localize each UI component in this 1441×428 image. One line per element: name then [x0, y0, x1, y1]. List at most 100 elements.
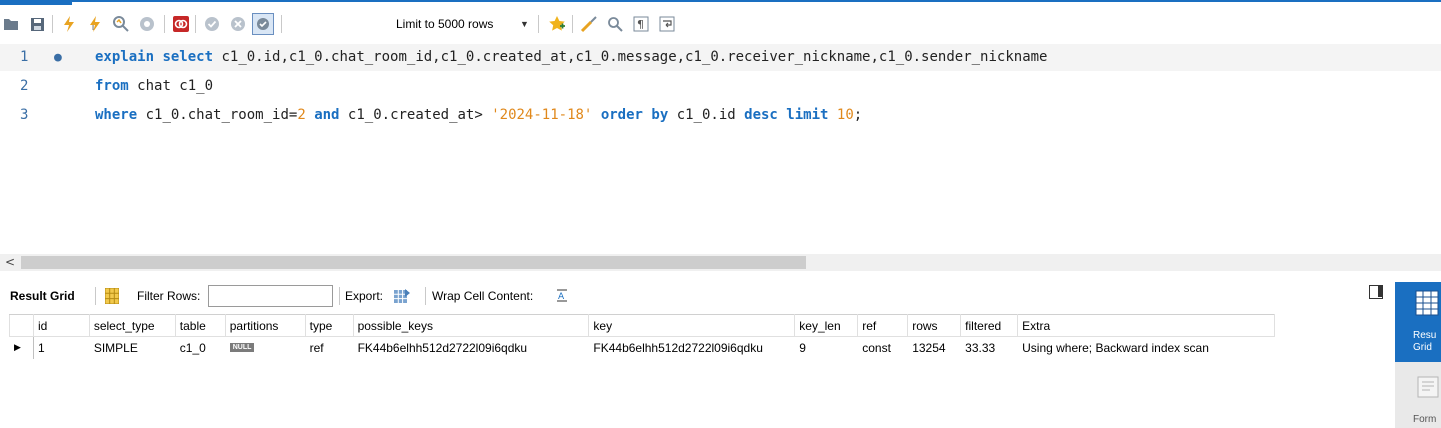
export-label: Export: [345, 289, 384, 303]
column-header[interactable]: select_type [88, 314, 176, 337]
editor-line[interactable]: 1 ● explain select c1_0.id,c1_0.chat_roo… [0, 44, 1441, 71]
chevron-down-icon: ▼ [520, 19, 529, 29]
limit-rows-select[interactable]: Limit to 5000 rows ▼ [396, 14, 531, 34]
result-table: id select_type table partitions type pos… [9, 314, 1275, 359]
result-grid-panel-label: Grid [1413, 342, 1432, 353]
code-text[interactable]: where c1_0.chat_room_id=2 and c1_0.creat… [95, 102, 862, 129]
column-header[interactable]: partitions [224, 314, 306, 337]
result-grid[interactable]: id select_type table partitions type pos… [9, 314, 1275, 428]
wrap-cell-icon[interactable]: A [556, 289, 568, 305]
code-text[interactable]: from chat c1_0 [95, 73, 213, 100]
filter-rows-label: Filter Rows: [137, 289, 201, 303]
limit-rows-label: Limit to 5000 rows [396, 17, 494, 31]
code-text[interactable]: explain select c1_0.id,c1_0.chat_room_id… [95, 44, 1047, 71]
form-editor-label[interactable]: Form [1413, 414, 1436, 425]
editor-horizontal-scrollbar[interactable]: < [0, 254, 1441, 271]
top-accent-line [0, 0, 1441, 2]
find-icon[interactable] [604, 13, 626, 35]
line-number: 1 [20, 49, 29, 65]
grid-toggle-icon[interactable] [104, 287, 120, 307]
editor-line[interactable]: 3 where c1_0.chat_room_id=2 and c1_0.cre… [0, 102, 1441, 129]
keyword: select [162, 49, 214, 65]
scrollbar-thumb[interactable] [21, 256, 806, 269]
null-badge: NULL [229, 342, 255, 352]
rollback-icon[interactable] [227, 13, 249, 35]
column-header[interactable]: table [174, 314, 226, 337]
column-header[interactable]: id [32, 314, 90, 337]
top-accent-strip [0, 0, 1441, 5]
row-header-corner [9, 314, 34, 337]
toolbar-separator [95, 287, 96, 305]
keyword: where [95, 107, 138, 123]
result-grid-panel-button[interactable]: Resu Grid [1395, 282, 1441, 362]
toolbar-separator [572, 15, 573, 33]
toggle-continue-on-error-icon[interactable] [170, 13, 192, 35]
add-snippet-icon[interactable] [546, 13, 568, 35]
toolbar-separator [425, 287, 426, 305]
table-cell[interactable]: FK44b6elhh512d2722l09i6qdku [588, 336, 795, 359]
string-literal: '2024-11-18' [491, 107, 593, 123]
table-cell[interactable]: FK44b6elhh512d2722l09i6qdku [352, 336, 589, 359]
table-row[interactable]: ▶ 1 SIMPLE c1_0 NULL ref FK44b6elhh512d2… [9, 336, 1275, 359]
column-header[interactable]: ref [857, 314, 909, 337]
scroll-left-icon[interactable]: < [5, 255, 15, 269]
table-cell[interactable]: 1 [32, 336, 90, 359]
execute-icon[interactable] [58, 13, 80, 35]
row-pointer-icon: ▶ [9, 336, 34, 359]
toolbar-separator [195, 15, 196, 33]
editor-line[interactable]: 2 from chat c1_0 [0, 73, 1441, 100]
table-cell[interactable]: c1_0 [174, 336, 226, 359]
table-cell[interactable]: 13254 [907, 336, 961, 359]
column-header[interactable]: rows [907, 314, 962, 337]
code-token: chat c1_0 [137, 78, 214, 94]
column-header[interactable]: type [304, 314, 354, 337]
keyword: and [314, 107, 340, 123]
keyword: limit [786, 107, 829, 123]
code-token: c1_0.created_at> [347, 107, 483, 123]
form-editor-icon[interactable] [1417, 376, 1439, 398]
code-token: ; [853, 107, 863, 123]
open-folder-icon[interactable] [0, 13, 22, 35]
table-cell[interactable]: SIMPLE [88, 336, 176, 359]
column-header[interactable]: key_len [794, 314, 859, 337]
toggle-side-panel-icon[interactable] [1369, 285, 1383, 299]
table-cell[interactable]: Using where; Backward index scan [1017, 336, 1275, 359]
table-cell[interactable]: ref [304, 336, 354, 359]
number-literal: 10 [836, 107, 854, 123]
stop-icon[interactable] [136, 13, 158, 35]
column-header[interactable]: key [588, 314, 796, 337]
table-cell[interactable]: 33.33 [960, 336, 1018, 359]
result-side-panel: Resu Grid Form [1395, 282, 1441, 428]
keyword: desc [744, 107, 778, 123]
editor-toolbar: I Limit to 5000 rows ▼ ¶ [0, 7, 1441, 41]
result-grid-tab[interactable]: Result Grid [10, 289, 75, 303]
code-token: c1_0.id,c1_0.chat_room_id,c1_0.created_a… [221, 49, 1048, 65]
wrap-icon[interactable] [656, 13, 678, 35]
toolbar-separator [538, 15, 539, 33]
beautify-icon[interactable] [578, 13, 600, 35]
table-cell[interactable]: NULL [224, 336, 306, 359]
table-cell[interactable]: const [857, 336, 908, 359]
table-cell[interactable]: 9 [794, 336, 858, 359]
save-icon[interactable] [26, 13, 48, 35]
explain-icon[interactable] [110, 13, 132, 35]
toolbar-separator [52, 15, 53, 33]
column-header[interactable]: filtered [960, 314, 1019, 337]
wrap-cell-content-label: Wrap Cell Content: [432, 289, 534, 303]
header-row: id select_type table partitions type pos… [9, 314, 1275, 337]
keyword: explain [95, 49, 155, 65]
toolbar-separator [164, 15, 165, 33]
statement-marker-icon: ● [54, 50, 62, 65]
autocommit-icon[interactable] [252, 13, 274, 35]
column-header[interactable]: possible_keys [352, 314, 590, 337]
filter-rows-input[interactable] [208, 285, 333, 307]
sql-editor[interactable]: 1 ● explain select c1_0.id,c1_0.chat_roo… [0, 44, 1441, 252]
svg-text:I: I [92, 24, 94, 32]
export-icon[interactable] [393, 287, 411, 308]
active-tab-indicator[interactable] [0, 0, 72, 5]
invisible-chars-icon[interactable]: ¶ [630, 13, 652, 35]
execute-current-icon[interactable]: I [84, 13, 106, 35]
column-header[interactable]: Extra [1017, 314, 1275, 337]
commit-icon[interactable] [201, 13, 223, 35]
line-number: 3 [20, 107, 29, 123]
